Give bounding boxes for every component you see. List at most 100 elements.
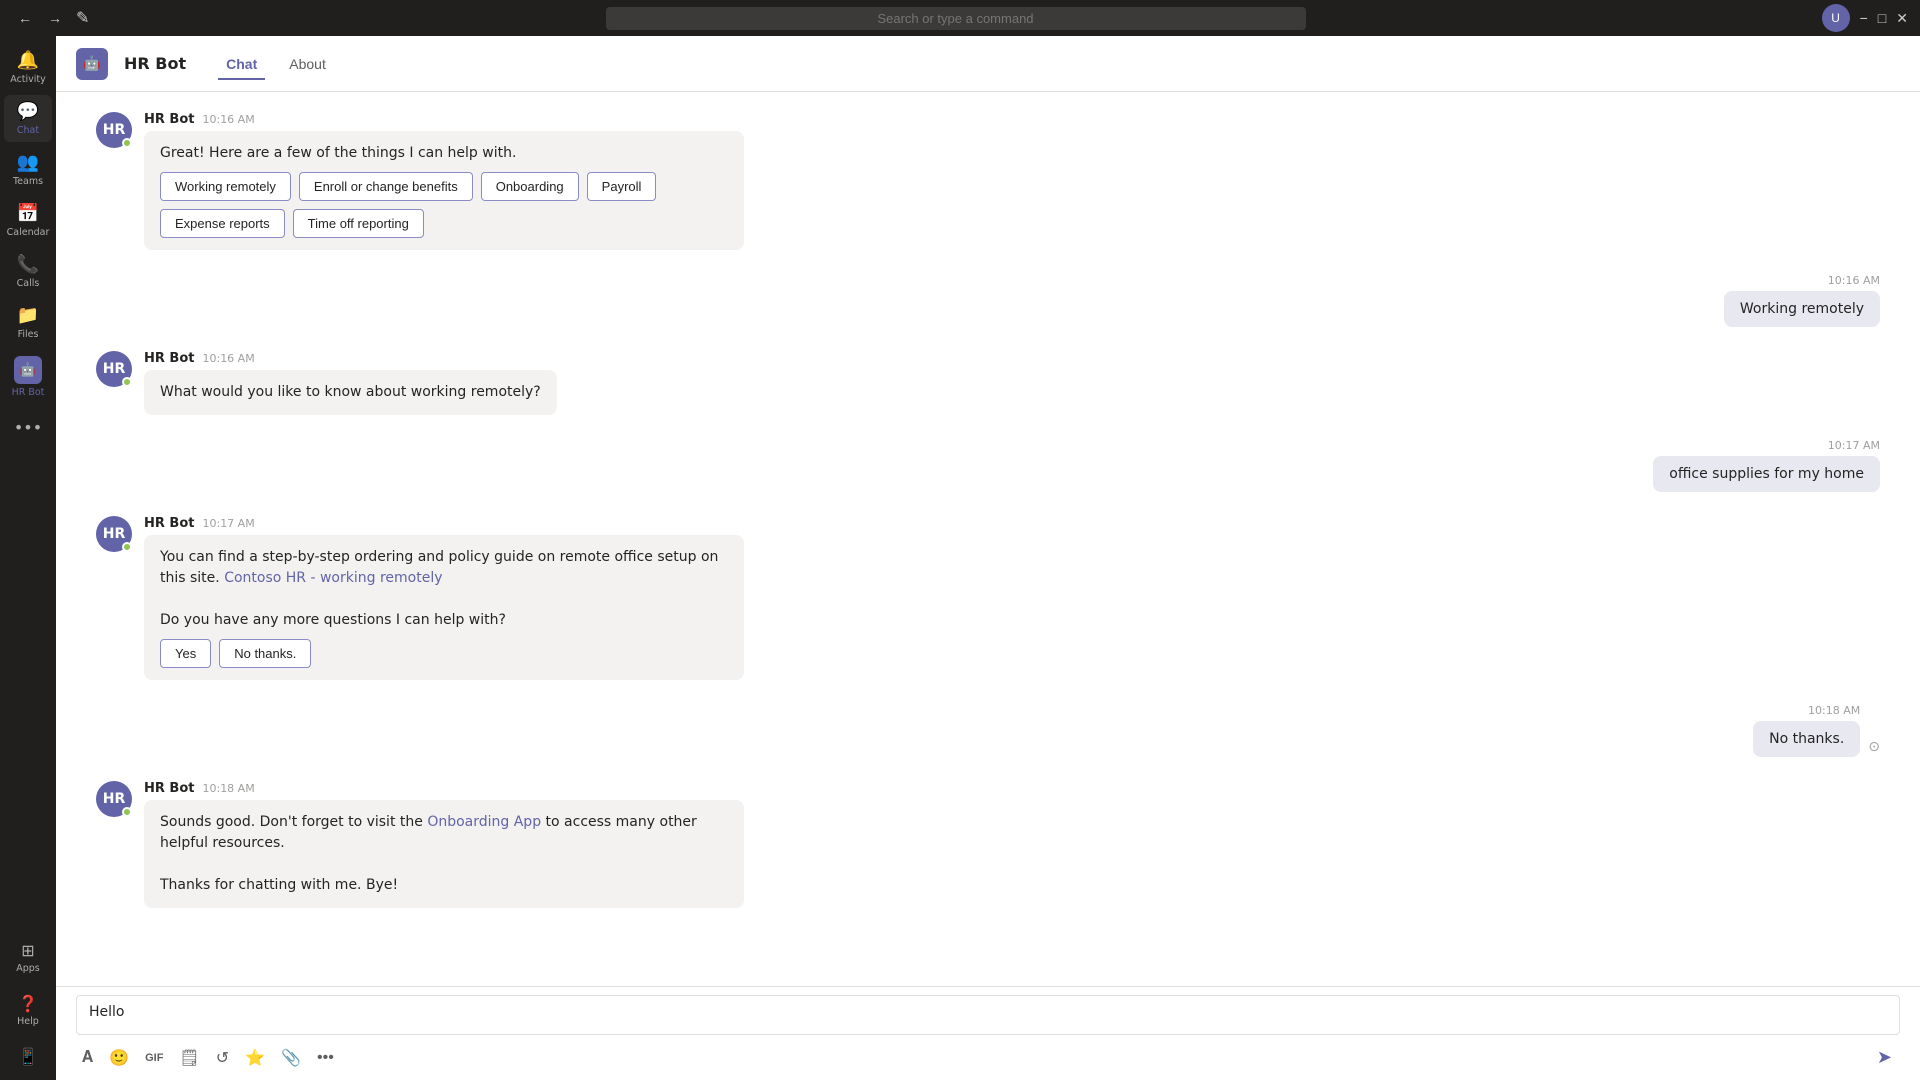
- message-time-1: 10:16 AM: [202, 113, 254, 126]
- calls-icon: 📞: [17, 254, 39, 275]
- chat-input-area: Hello 𝐀 🙂 GIF 🗒 ↺ ⭐ 📎 ••• ➤: [56, 986, 1920, 1080]
- app-body: 🔔 Activity 💬 Chat 👥 Teams 📅 Calendar 📞 C…: [0, 36, 1920, 1080]
- search-input[interactable]: [606, 7, 1306, 30]
- user-bubble-6: No thanks.: [1753, 721, 1860, 757]
- message-bubble-7: Sounds good. Don't forget to visit the O…: [144, 800, 744, 908]
- tab-about[interactable]: About: [273, 48, 342, 80]
- forward-button[interactable]: →: [42, 6, 68, 30]
- user-avatar-button[interactable]: U: [1822, 4, 1850, 32]
- user-bubble-2: Working remotely: [1724, 291, 1880, 327]
- nav-controls: ← →: [12, 6, 68, 30]
- help-icon: ❓: [18, 994, 38, 1013]
- more-icon: •••: [14, 418, 42, 437]
- format-button[interactable]: 𝐀: [76, 1045, 99, 1071]
- emoji-button[interactable]: 🙂: [103, 1044, 135, 1072]
- chat-input-box[interactable]: Hello: [76, 995, 1900, 1035]
- sidebar-item-calendar[interactable]: 📅 Calendar: [4, 197, 52, 244]
- title-bar: ← → ✎ U − □ ✕: [0, 0, 1920, 36]
- teams-icon: 👥: [17, 152, 39, 173]
- sidebar-item-files[interactable]: 📁 Files: [4, 299, 52, 346]
- sidebar-item-chat[interactable]: 💬 Chat: [4, 95, 52, 142]
- more-apps-button[interactable]: •••: [4, 412, 52, 443]
- sidebar-item-teams[interactable]: 👥 Teams: [4, 146, 52, 193]
- activity-icon: 🔔: [17, 50, 39, 71]
- hrbot-header-icon: 🤖: [76, 48, 108, 80]
- sticker-button[interactable]: 🗒: [173, 1044, 205, 1072]
- bot-avatar-1: HR: [96, 112, 132, 148]
- sidebar-item-activity-label: Activity: [10, 74, 46, 85]
- choice-time-off[interactable]: Time off reporting: [293, 209, 424, 238]
- message-group-7: HR HR Bot 10:18 AM Sounds good. Don't fo…: [96, 781, 1880, 908]
- message-group-4: 10:17 AM office supplies for my home: [96, 439, 1880, 492]
- bot-status-3: [122, 377, 132, 387]
- compose-button[interactable]: ✎: [76, 8, 89, 28]
- gif-button[interactable]: GIF: [139, 1048, 169, 1068]
- choice-no-thanks[interactable]: No thanks.: [219, 639, 311, 668]
- message-content-3: HR Bot 10:16 AM What would you like to k…: [144, 351, 557, 415]
- message-content-5: HR Bot 10:17 AM You can find a step-by-s…: [144, 516, 744, 680]
- sidebar-item-files-label: Files: [18, 329, 39, 340]
- message-meta-5: HR Bot 10:17 AM: [144, 516, 744, 531]
- files-icon: 📁: [17, 305, 39, 326]
- choice-onboarding[interactable]: Onboarding: [481, 172, 579, 201]
- sidebar-item-apps[interactable]: ⊞ Apps: [4, 935, 52, 980]
- title-bar-left: ← → ✎: [12, 6, 89, 30]
- bot-status-5: [122, 542, 132, 552]
- sidebar-item-activity[interactable]: 🔔 Activity: [4, 44, 52, 91]
- sidebar-item-hrbot-label: HR Bot: [12, 387, 45, 398]
- choice-buttons-1: Working remotely Enroll or change benefi…: [160, 172, 728, 238]
- sidebar-item-device[interactable]: 📱: [4, 1041, 52, 1072]
- message-content-7: HR Bot 10:18 AM Sounds good. Don't forge…: [144, 781, 744, 908]
- onboarding-app-link[interactable]: Onboarding App: [427, 814, 541, 830]
- minimize-button[interactable]: −: [1860, 10, 1868, 26]
- choice-yes[interactable]: Yes: [160, 639, 211, 668]
- choice-working-remotely[interactable]: Working remotely: [160, 172, 291, 201]
- chat-messages: HR HR Bot 10:16 AM Great! Here are a few…: [56, 92, 1920, 986]
- choice-enroll-benefits[interactable]: Enroll or change benefits: [299, 172, 473, 201]
- tab-chat[interactable]: Chat: [210, 48, 273, 80]
- hrbot-icon: 🤖: [14, 356, 42, 384]
- message-sender-3: HR Bot: [144, 351, 194, 366]
- sidebar-item-calls[interactable]: 📞 Calls: [4, 248, 52, 295]
- message-content-1: HR Bot 10:16 AM Great! Here are a few of…: [144, 112, 744, 250]
- user-message-2: 10:16 AM Working remotely: [1724, 274, 1880, 327]
- user-time-6: 10:18 AM: [1808, 704, 1860, 717]
- message-bubble-5: You can find a step-by-step ordering and…: [144, 535, 744, 680]
- bot-avatar-7: HR: [96, 781, 132, 817]
- message-group-1: HR HR Bot 10:16 AM Great! Here are a few…: [96, 112, 1880, 250]
- back-button[interactable]: ←: [12, 6, 38, 30]
- chat-title: HR Bot: [124, 54, 186, 73]
- contoso-link[interactable]: Contoso HR - working remotely: [224, 570, 442, 586]
- reaction-icon-6[interactable]: ⊙: [1868, 739, 1880, 757]
- content-area: 🤖 HR Bot Chat About HR HR Bot 10:16 AM: [56, 36, 1920, 1080]
- loop-button[interactable]: ↺: [210, 1044, 235, 1072]
- user-avatar: U: [1822, 4, 1850, 32]
- message-group-5: HR HR Bot 10:17 AM You can find a step-b…: [96, 516, 1880, 680]
- message-bubble-1: Great! Here are a few of the things I ca…: [144, 131, 744, 250]
- close-button[interactable]: ✕: [1896, 10, 1908, 27]
- msg7-text2: Thanks for chatting with me. Bye!: [160, 877, 398, 893]
- praise-button[interactable]: ⭐: [239, 1044, 271, 1072]
- sidebar-item-calendar-label: Calendar: [7, 227, 50, 238]
- maximize-button[interactable]: □: [1878, 10, 1886, 26]
- choice-payroll[interactable]: Payroll: [587, 172, 657, 201]
- message-sender-5: HR Bot: [144, 516, 194, 531]
- chat-input-toolbar: 𝐀 🙂 GIF 🗒 ↺ ⭐ 📎 ••• ➤: [76, 1039, 1900, 1076]
- sidebar-item-hrbot[interactable]: 🤖 HR Bot: [4, 350, 52, 404]
- send-button[interactable]: ➤: [1869, 1043, 1900, 1072]
- title-bar-right: U − □ ✕: [1822, 4, 1908, 32]
- device-icon: 📱: [18, 1047, 38, 1066]
- bot-avatar-5: HR: [96, 516, 132, 552]
- message-group-3: HR HR Bot 10:16 AM What would you like t…: [96, 351, 1880, 415]
- chat-header: 🤖 HR Bot Chat About: [56, 36, 1920, 92]
- nav-rail: 🔔 Activity 💬 Chat 👥 Teams 📅 Calendar 📞 C…: [0, 36, 56, 1080]
- message-time-3: 10:16 AM: [202, 352, 254, 365]
- sidebar-item-calls-label: Calls: [17, 278, 40, 289]
- attach-button[interactable]: 📎: [275, 1044, 307, 1072]
- choice-expense-reports[interactable]: Expense reports: [160, 209, 285, 238]
- apps-icon: ⊞: [21, 941, 34, 960]
- more-toolbar-button[interactable]: •••: [311, 1045, 340, 1071]
- sidebar-item-help[interactable]: ❓ Help: [4, 988, 52, 1033]
- nav-bottom: ⊞ Apps ❓ Help 📱: [4, 935, 52, 1072]
- choice-buttons-5: Yes No thanks.: [160, 639, 728, 668]
